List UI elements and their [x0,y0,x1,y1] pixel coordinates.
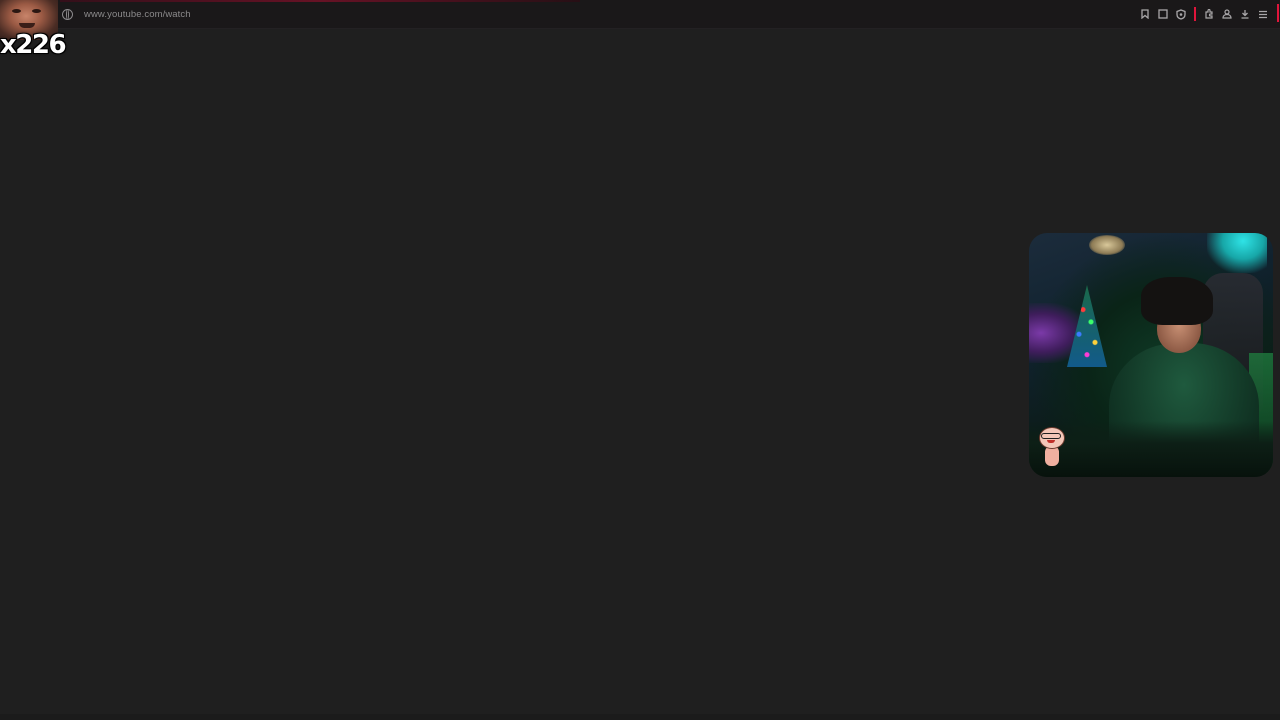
shield-icon[interactable] [1172,7,1190,21]
bottom-strip [0,714,1280,720]
address-bar[interactable]: www.youtube.com/watch [62,6,191,22]
tab-accent-line [60,0,580,2]
menu-icon[interactable] [1254,7,1272,21]
toolbar-edge-marker [1277,4,1279,22]
extensions-icon[interactable] [1200,7,1218,21]
reading-list-icon[interactable] [1154,7,1172,21]
webcam-overlay [1029,233,1273,477]
facecam-mouth [19,23,35,28]
ceiling-lamp [1089,235,1125,255]
cyan-light [1207,233,1267,273]
screen: www.youtube.com/watch x226 [0,0,1280,720]
counter-overlay: x226 [0,30,67,60]
toolbar-separator [1194,7,1196,21]
mascot-body [1045,446,1059,466]
browser-toolbar: www.youtube.com/watch [0,0,1280,29]
person-hair [1141,277,1213,325]
url-text[interactable]: www.youtube.com/watch [84,9,191,20]
mascot-glasses [1041,433,1061,439]
facecam-eye [32,9,41,13]
bookmark-icon[interactable] [1136,7,1154,21]
facecam-eye [12,9,21,13]
profile-lock-icon[interactable] [1218,7,1236,21]
mascot-sticker [1035,425,1069,469]
globe-icon [62,8,73,20]
download-icon[interactable] [1236,7,1254,21]
toolbar-icons [1136,7,1272,21]
